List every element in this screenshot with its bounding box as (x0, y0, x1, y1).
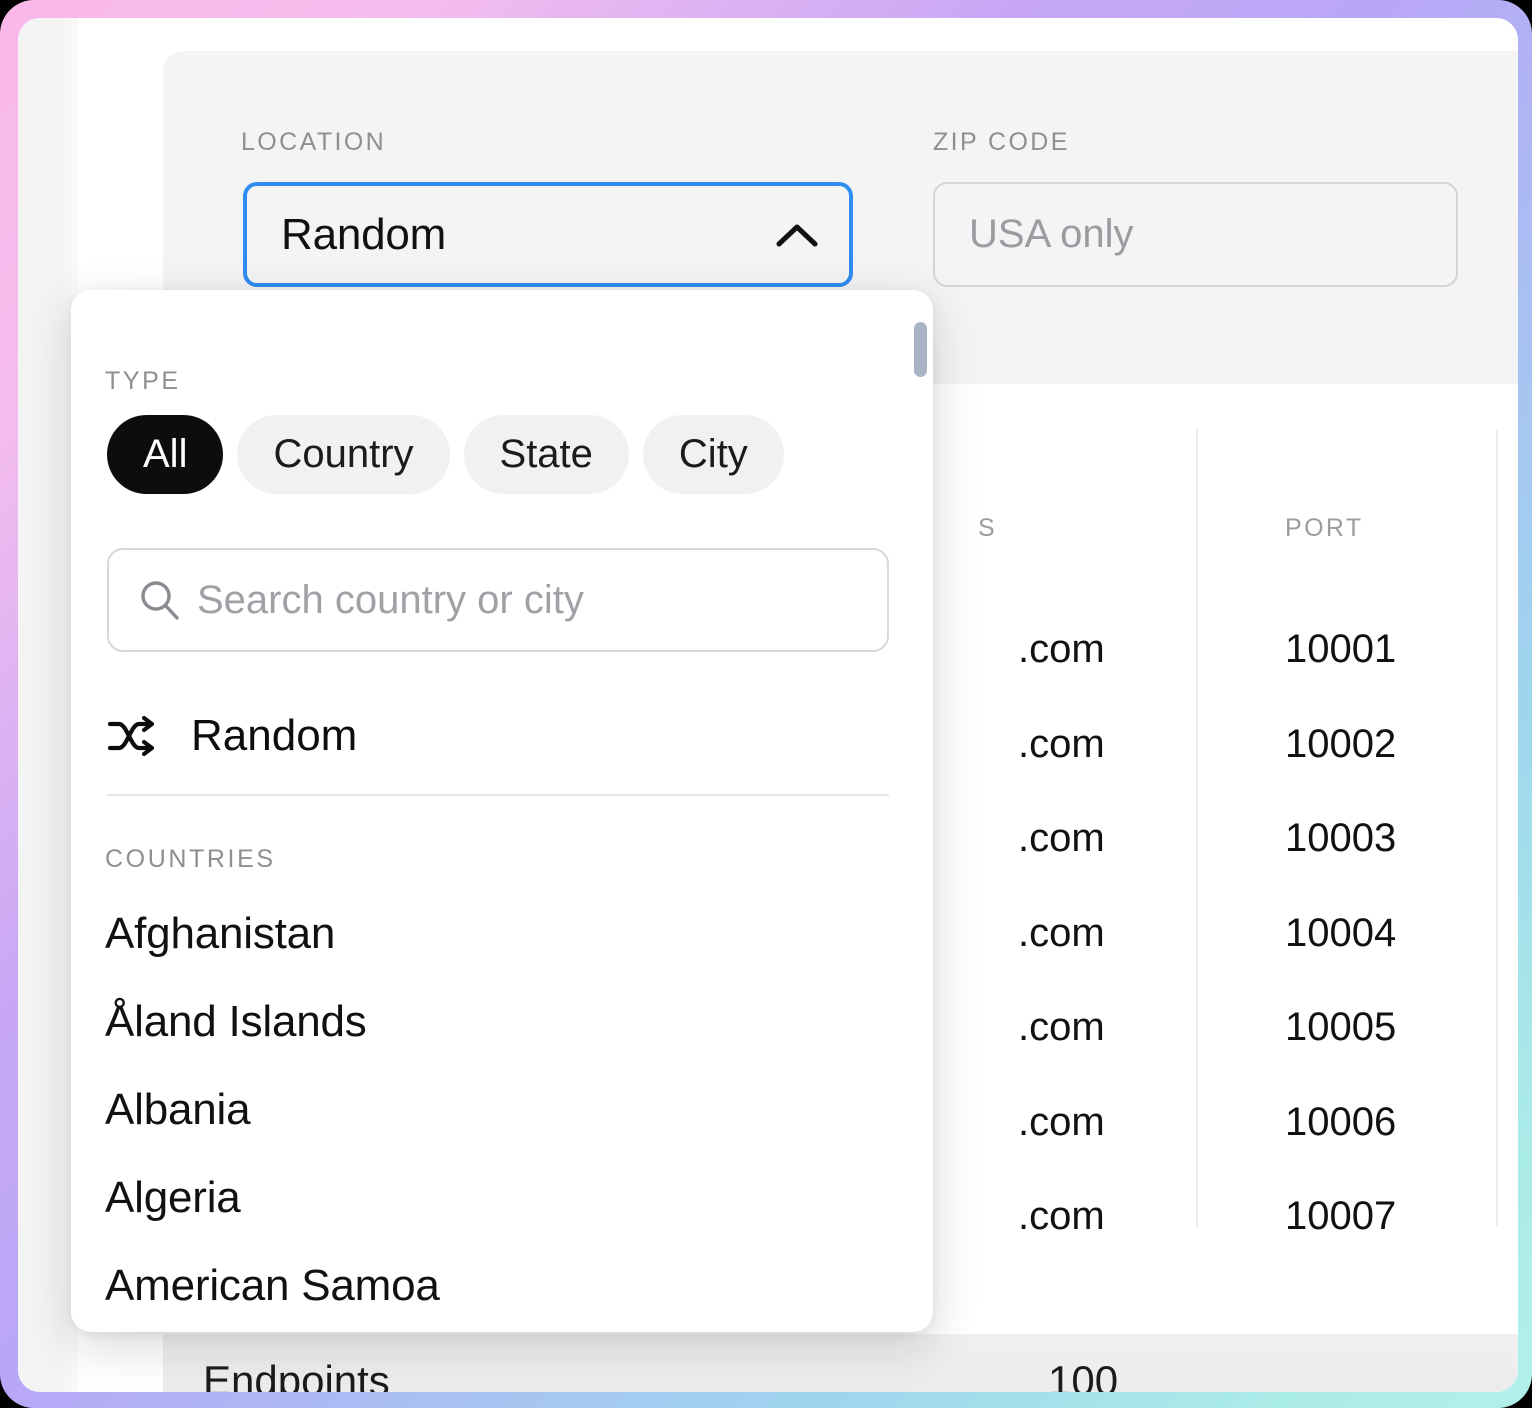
table-cell-port: 10002 (1285, 721, 1397, 766)
footer-value: 100 (1048, 1357, 1119, 1392)
dropdown-scrollbar-track[interactable] (913, 312, 927, 1307)
search-field[interactable] (107, 548, 889, 652)
location-select-value: Random (281, 209, 447, 259)
type-pill-city[interactable]: City (642, 415, 784, 494)
type-pill-country[interactable]: Country (237, 415, 450, 494)
left-rail (18, 18, 78, 1392)
table-cell-port: 10006 (1285, 1099, 1397, 1144)
column-header-host: S (978, 514, 998, 542)
search-input[interactable] (197, 577, 859, 623)
country-list-item[interactable]: Albania (105, 1066, 895, 1154)
table-cell-port: 10007 (1285, 1194, 1397, 1238)
dropdown-divider (107, 794, 889, 796)
zip-code-label: ZIP CODE (933, 128, 1070, 156)
column-divider (1496, 429, 1498, 1227)
country-list-item[interactable]: Afghanistan (105, 890, 895, 978)
table-cell-host: .com (1018, 1099, 1105, 1144)
countries-section-label: COUNTRIES (105, 845, 276, 873)
table-cell-port: 10003 (1285, 816, 1397, 860)
table-cell-host: .com (1018, 627, 1105, 671)
location-label: LOCATION (241, 128, 387, 156)
table-cell-host: .com (1018, 1005, 1105, 1049)
random-option-row[interactable]: Random (107, 690, 889, 782)
country-list-item[interactable]: Algeria (105, 1154, 895, 1242)
table-cell-host: .com (1018, 910, 1105, 955)
shuffle-icon (107, 715, 159, 757)
type-section-label: TYPE (105, 367, 181, 395)
table-cell-port: 10005 (1285, 1005, 1397, 1049)
type-pill-all[interactable]: All (107, 415, 224, 494)
zip-code-input[interactable] (933, 182, 1458, 287)
chevron-up-icon (775, 222, 819, 248)
table-cell-host: .com (1018, 1194, 1105, 1238)
table-cell-port: 10001 (1285, 627, 1397, 671)
table-cell-host: .com (1018, 816, 1105, 860)
column-header-port: PORT (1285, 514, 1364, 542)
country-list-item[interactable]: Åland Islands (105, 978, 895, 1066)
country-list: Afghanistan Åland Islands Albania Algeria Am… (105, 890, 895, 1330)
column-divider (1196, 429, 1198, 1227)
country-list-item[interactable]: American Samoa (105, 1242, 895, 1330)
search-icon (137, 577, 183, 623)
footer-label: Endpoints (203, 1357, 390, 1392)
type-pill-state[interactable]: State (463, 415, 629, 494)
gradient-frame: LOCATION Random ZIP CODE S PORT (0, 0, 1532, 1408)
type-filter-pills: All Country State City (107, 415, 784, 494)
table-cell-port: 10004 (1285, 910, 1397, 955)
location-select[interactable]: Random (243, 182, 853, 287)
footer-summary-row: Endpoints 100 (163, 1334, 1518, 1392)
random-option-label: Random (191, 711, 358, 760)
app-window: LOCATION Random ZIP CODE S PORT (18, 18, 1518, 1392)
dropdown-scrollbar-thumb[interactable] (914, 322, 927, 377)
table-cell-host: .com (1018, 721, 1105, 766)
location-dropdown-panel: TYPE All Country State City Search count… (71, 290, 933, 1332)
